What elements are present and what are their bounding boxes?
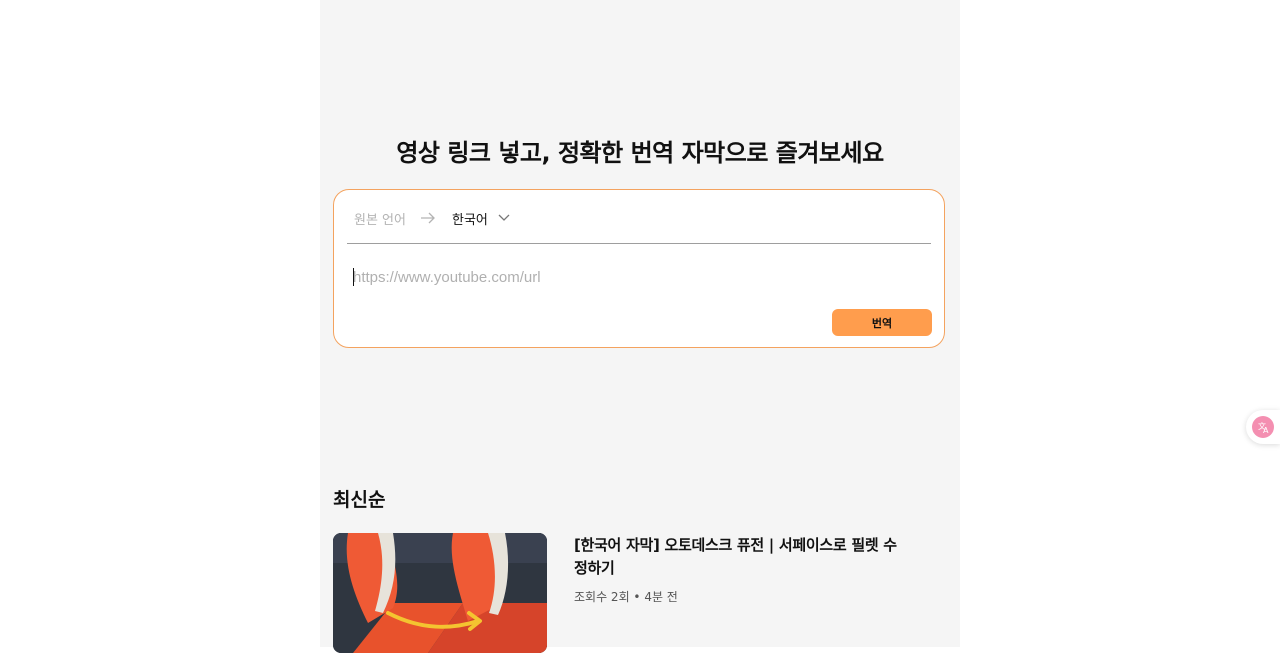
video-title[interactable]: [한국어 자막] 오토데스크 퓨전 | 서페이스로 필렛 수정하기 <box>574 534 904 580</box>
svg-text:A: A <box>1263 426 1269 435</box>
text-caret <box>353 268 354 286</box>
video-list-item[interactable]: [한국어 자막] 오토데스크 퓨전 | 서페이스로 필렛 수정하기 조회수 2회… <box>333 533 933 653</box>
video-url-input[interactable] <box>353 265 913 289</box>
section-title-latest: 최신순 <box>333 489 386 511</box>
translate-card: 원본 언어 한국어 번역 <box>333 189 945 348</box>
translate-button[interactable]: 번역 <box>832 309 932 336</box>
translate-icon: 文 A <box>1252 416 1274 438</box>
chevron-down-icon[interactable] <box>498 214 510 222</box>
main-panel: 영상 링크 넣고, 정확한 번역 자막으로 즐겨보세요 원본 언어 한국어 번역… <box>320 0 960 653</box>
arrow-right-icon <box>420 212 435 224</box>
video-thumbnail[interactable] <box>333 533 547 653</box>
video-meta: 조회수 2회 • 4분 전 <box>574 590 678 604</box>
target-language-select[interactable]: 한국어 <box>452 209 488 228</box>
thumbnail-image <box>333 533 547 653</box>
divider <box>347 243 931 244</box>
page-title: 영상 링크 넣고, 정확한 번역 자막으로 즐겨보세요 <box>396 139 884 167</box>
source-language[interactable]: 원본 언어 <box>354 209 406 228</box>
floating-translate-button[interactable]: 文 A <box>1246 410 1280 444</box>
language-selector-row: 원본 언어 한국어 <box>354 208 510 228</box>
